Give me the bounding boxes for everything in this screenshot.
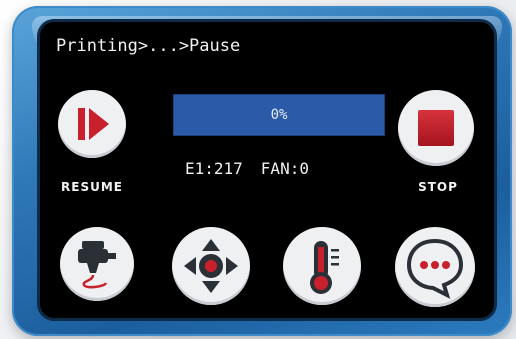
breadcrumb: Printing>...>Pause [56,36,241,56]
progress-bar: 0% [173,94,385,136]
resume-button[interactable] [58,90,126,158]
thermometer-icon [310,241,339,294]
move-axis-icon [184,239,238,293]
play-resume-icon [78,108,109,140]
extruder-icon [78,241,116,289]
resume-label: RESUME [61,180,123,194]
more-button[interactable] [395,227,475,307]
extruder-temp: E1:217 [185,159,243,178]
stop-button[interactable] [398,90,474,166]
extrude-button[interactable] [60,227,134,301]
more-icon [406,238,464,299]
status-line: E1:217 FAN:0 [185,159,327,178]
stop-icon [418,110,454,146]
temperature-button[interactable] [283,227,361,305]
lcd-screen: Printing>...>Pause RESUME 0% E1:217 FAN:0… [40,22,494,318]
stop-label: STOP [418,180,458,194]
progress-percent: 0% [270,107,288,123]
move-button[interactable] [172,227,250,305]
fan-speed: FAN:0 [260,159,309,178]
